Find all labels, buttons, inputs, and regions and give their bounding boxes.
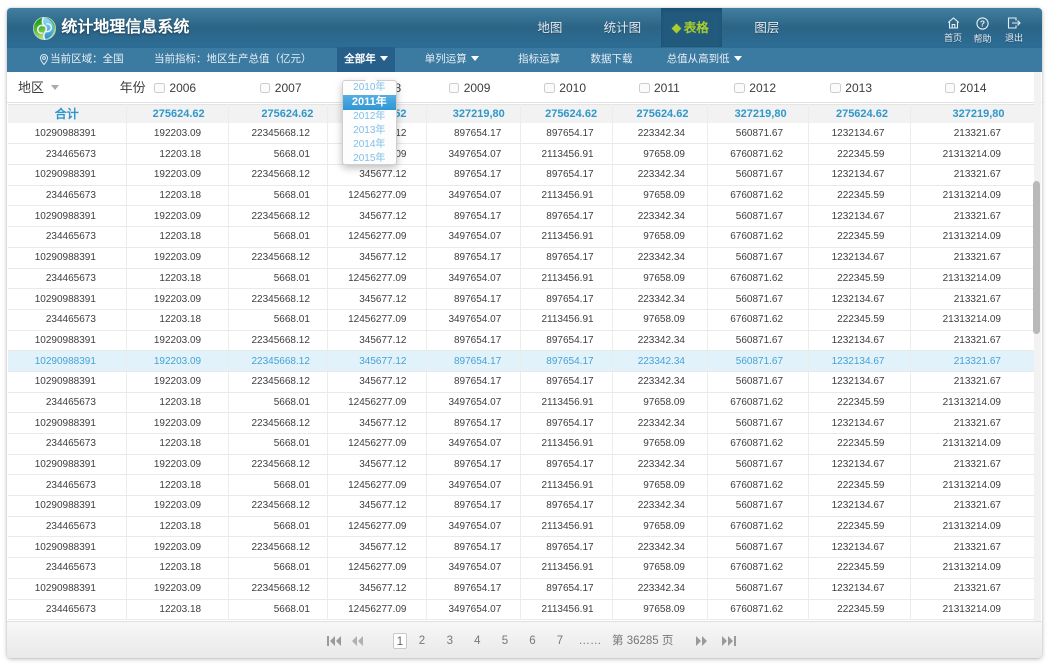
svg-text:?: ? bbox=[980, 18, 985, 28]
